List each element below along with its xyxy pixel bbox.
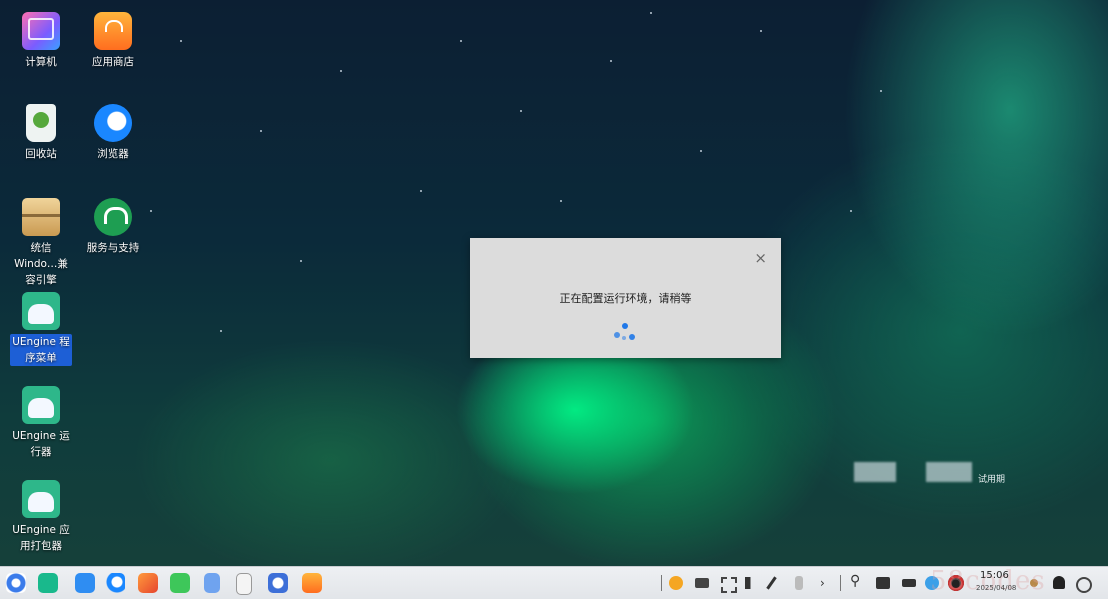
cloud-icon [22, 480, 60, 518]
desktop-icon-trash[interactable]: 回收站 [6, 104, 76, 162]
taskbar-divider [840, 575, 841, 591]
desktop-icon-computer[interactable]: 计算机 [6, 12, 76, 70]
desktop-icon-label: 计算机 [25, 56, 57, 68]
desktop-icon-browser[interactable]: 浏览器 [78, 104, 148, 162]
desktop-icon-label: UEngine 应用打包器 [12, 524, 70, 552]
close-icon[interactable]: × [754, 249, 767, 267]
pen-icon[interactable] [766, 576, 777, 590]
settings-icon[interactable] [268, 573, 288, 593]
bluetooth-icon[interactable] [795, 576, 803, 590]
desktop-icon-label: UEngine 程序菜单 [10, 334, 72, 366]
headset-icon [94, 198, 132, 236]
battery-icon[interactable] [902, 579, 916, 587]
document-icon[interactable] [204, 573, 220, 593]
app-store-icon[interactable] [302, 573, 322, 593]
desktop-icon-label: 统信Windo…兼容引擎 [14, 242, 68, 286]
chevron-right-icon[interactable]: › [820, 576, 825, 590]
volume-icon[interactable] [745, 577, 759, 589]
desktop-icon-uengine-menu[interactable]: UEngine 程序菜单 [6, 292, 76, 366]
browser-icon[interactable] [105, 573, 125, 593]
screenshot-icon[interactable] [876, 577, 890, 589]
cloud-icon [22, 292, 60, 330]
text-editor-icon[interactable] [236, 573, 252, 595]
dialog-message: 正在配置运行环境，请稍等 [559, 292, 692, 305]
keyboard-icon[interactable] [695, 578, 709, 588]
file-manager-icon[interactable] [38, 573, 58, 593]
search-icon[interactable]: ⚲ [850, 574, 860, 588]
power-icon[interactable] [1076, 577, 1092, 593]
cloud-icon [22, 386, 60, 424]
calendar-icon[interactable] [75, 573, 95, 593]
desktop-icon-uengine-runner[interactable]: UEngine 运行器 [6, 386, 76, 460]
notification-bell-icon[interactable] [1053, 576, 1065, 589]
desktop-icon-label: 回收站 [25, 148, 57, 160]
desktop-icon-windows-compat[interactable]: 统信Windo…兼容引擎 [6, 198, 76, 288]
photos-icon[interactable] [138, 573, 158, 593]
sync-icon[interactable] [721, 577, 737, 593]
browser-icon [94, 104, 132, 142]
computer-icon [22, 12, 60, 50]
desktop-icon-label: 应用商店 [92, 56, 134, 68]
clock-time[interactable]: 15:06 [980, 570, 1009, 581]
desktop-icon-app-store[interactable]: 应用商店 [78, 12, 148, 70]
desktop-icon-label: 浏览器 [97, 148, 129, 160]
trash-icon [26, 104, 56, 142]
music-icon[interactable] [170, 573, 190, 593]
package-box-icon [22, 198, 60, 236]
loading-spinner-icon [614, 323, 636, 343]
desktop-icon-support[interactable]: 服务与支持 [78, 198, 148, 256]
desktop-icon-uengine-packager[interactable]: UEngine 应用打包器 [6, 480, 76, 554]
shopping-bag-icon [94, 12, 132, 50]
desktop-icon-label: 服务与支持 [86, 242, 140, 254]
trial-label: 试用期 [978, 475, 1006, 485]
clock-app-icon[interactable] [669, 576, 683, 590]
clock-date: 2025/04/08 [976, 584, 1017, 592]
launcher-icon[interactable] [6, 573, 26, 593]
desktop-icon-label: UEngine 运行器 [12, 430, 70, 458]
blurred-text [926, 462, 972, 482]
blurred-text [854, 462, 896, 482]
taskbar-divider [661, 575, 662, 591]
